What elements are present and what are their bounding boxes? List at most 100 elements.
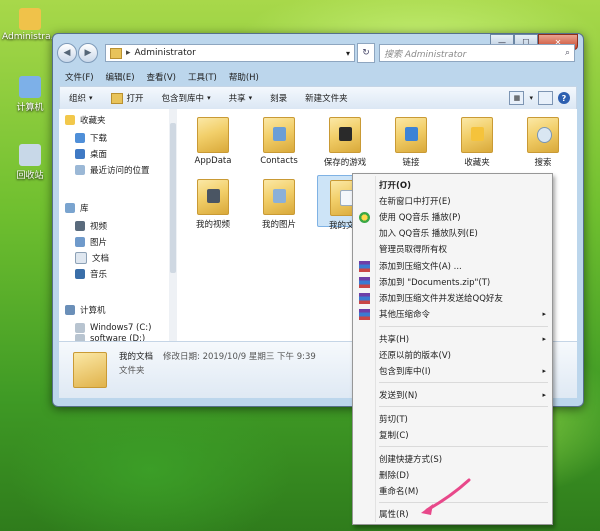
menu-item-other-compress[interactable]: 其他压缩命令 ▸ (379, 307, 546, 321)
folder-my-videos[interactable]: 我的视频 (185, 179, 241, 230)
menu-item-share[interactable]: 共享(H) ▸ (379, 332, 546, 346)
refresh-button[interactable]: ↻ (357, 43, 375, 63)
back-button[interactable]: ◀ (57, 43, 77, 63)
menu-item-take-ownership[interactable]: 管理员取得所有权 (379, 242, 546, 256)
organize-button[interactable]: 组织 ▾ (69, 92, 93, 104)
nav-libraries[interactable]: 库 (65, 201, 89, 215)
menu-item-send-to[interactable]: 发送到(N) ▸ (379, 388, 546, 402)
recent-places-icon (75, 165, 85, 175)
burn-button[interactable]: 刻录 (270, 92, 287, 104)
nav-drive-c[interactable]: Windows7 (C:) (75, 321, 151, 335)
menu-file[interactable]: 文件(F) (65, 71, 94, 83)
folder-icon (73, 352, 107, 388)
organize-label: 组织 (69, 94, 87, 104)
nav-label: 文档 (92, 254, 110, 264)
menu-item-cut[interactable]: 剪切(T) (379, 412, 546, 426)
desktop-icon-recycle-bin[interactable]: 回收站 (2, 144, 58, 181)
picture-icon (75, 237, 85, 247)
menu-label: 还原以前的版本(V) (379, 351, 451, 361)
submenu-arrow-icon: ▸ (542, 391, 546, 399)
videos-folder-icon (197, 179, 229, 215)
menu-bar: 文件(F) 编辑(E) 查看(V) 工具(T) 帮助(H) (59, 70, 577, 84)
desktop-icon-label: 回收站 (16, 171, 44, 181)
desktop-icon-administrator[interactable]: Administra... (2, 8, 59, 42)
menu-item-include-library[interactable]: 包含到库中(I) ▸ (379, 364, 546, 378)
chevron-down-icon[interactable]: ▾ (529, 94, 533, 102)
menu-item-archive-send-qq[interactable]: 添加到压缩文件并发送给QQ好友 (379, 291, 546, 305)
menu-tools[interactable]: 工具(T) (188, 71, 217, 83)
chevron-down-icon: ▾ (248, 94, 253, 102)
folder-contacts[interactable]: Contacts (251, 117, 307, 166)
menu-item-open-new-window[interactable]: 在新窗口中打开(E) (379, 194, 546, 208)
menu-separator (379, 382, 548, 383)
chevron-down-icon[interactable]: ▾ (346, 49, 350, 58)
folder-my-pictures[interactable]: 我的图片 (251, 179, 307, 230)
nav-computer[interactable]: 计算机 (65, 303, 106, 317)
include-library-label: 包含到库中 (161, 94, 205, 104)
open-button[interactable]: 打开 (110, 92, 144, 104)
scrollbar-thumb[interactable] (170, 123, 176, 273)
preview-pane-icon[interactable] (538, 91, 553, 105)
folder-searches[interactable]: 搜索 (515, 117, 571, 168)
nav-recent-places[interactable]: 最近访问的位置 (75, 163, 150, 177)
folder-icon (110, 47, 122, 59)
menu-label: 添加到 "Documents.zip"(T) (379, 278, 491, 288)
new-folder-button[interactable]: 新建文件夹 (305, 92, 348, 104)
nav-pictures[interactable]: 图片 (75, 235, 107, 249)
nav-music[interactable]: 音乐 (75, 267, 107, 281)
file-label: 我的视频 (195, 220, 230, 230)
submenu-arrow-icon: ▸ (542, 367, 546, 375)
nav-documents[interactable]: 文档 (75, 251, 109, 265)
view-options-icon[interactable]: ▦ (509, 91, 525, 105)
include-library-button[interactable]: 包含到库中 ▾ (162, 92, 211, 104)
forward-button[interactable]: ▶ (78, 43, 98, 63)
archive-icon (359, 293, 370, 304)
desktop-icon-computer[interactable]: 计算机 (2, 76, 58, 113)
menu-item-add-to-archive[interactable]: 添加到压缩文件(A) ... (379, 259, 546, 273)
share-button[interactable]: 共享 ▾ (229, 92, 253, 104)
nav-favorites[interactable]: 收藏夹 (65, 113, 106, 127)
menu-item-qq-music-play[interactable]: 使用 QQ音乐 播放(P) (379, 210, 546, 224)
folder-saved-games[interactable]: 保存的游戏 (317, 117, 373, 168)
address-bar[interactable]: ▸ Administrator ▾ (105, 44, 355, 62)
submenu-arrow-icon: ▸ (542, 335, 546, 343)
menu-label: 管理员取得所有权 (379, 245, 448, 255)
menu-label: 其他压缩命令 (379, 310, 431, 320)
menu-item-qq-music-queue[interactable]: 加入 QQ音乐 播放队列(E) (379, 226, 546, 240)
menu-separator (379, 406, 548, 407)
open-label: 打开 (126, 94, 144, 104)
folder-favorites[interactable]: 收藏夹 (449, 117, 505, 168)
search-input[interactable]: 搜索 Administrator ⌕ (379, 44, 575, 62)
breadcrumb-administrator[interactable]: Administrator (135, 48, 196, 58)
file-label: AppData (194, 156, 232, 166)
menu-help[interactable]: 帮助(H) (229, 71, 259, 83)
folder-links[interactable]: 链接 (383, 117, 439, 168)
menu-edit[interactable]: 编辑(E) (106, 71, 135, 83)
desktop-icon (75, 149, 85, 159)
document-icon (75, 252, 87, 264)
menu-label: 添加到压缩文件(A) ... (379, 262, 462, 272)
folder-icon (197, 117, 229, 153)
nav-downloads[interactable]: 下载 (75, 131, 107, 145)
nav-scrollbar[interactable] (169, 109, 177, 341)
video-icon (75, 221, 85, 231)
menu-item-copy[interactable]: 复制(C) (379, 428, 546, 442)
nav-label: 收藏夹 (80, 116, 106, 126)
nav-videos[interactable]: 视频 (75, 219, 107, 233)
menu-item-open[interactable]: 打开(O) (379, 178, 546, 192)
share-label: 共享 (228, 94, 246, 104)
computer-icon (65, 305, 75, 315)
file-label: 我的图片 (261, 220, 296, 230)
folder-appdata[interactable]: AppData (185, 117, 241, 166)
menu-view[interactable]: 查看(V) (147, 71, 176, 83)
search-icon: ⌕ (564, 48, 570, 58)
help-icon[interactable]: ? (558, 92, 570, 104)
menu-item-add-to-zip[interactable]: 添加到 "Documents.zip"(T) (379, 275, 546, 289)
chevron-down-icon: ▾ (89, 94, 93, 102)
menu-label: 打开(O) (379, 181, 411, 191)
archive-icon (359, 277, 370, 288)
nav-desktop[interactable]: 桌面 (75, 147, 107, 161)
nav-label: 下载 (90, 134, 108, 144)
menu-item-restore-versions[interactable]: 还原以前的版本(V) (379, 348, 546, 362)
menu-item-create-shortcut[interactable]: 创建快捷方式(S) (379, 452, 546, 466)
